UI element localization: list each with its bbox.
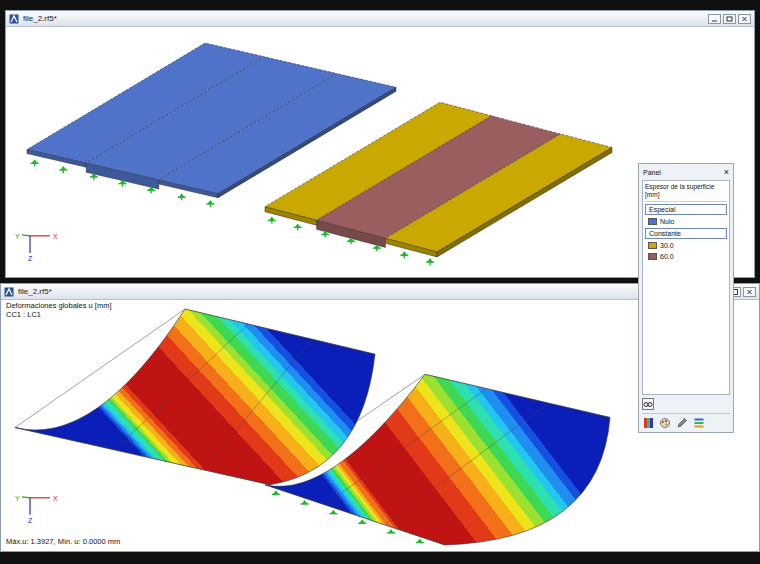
color-swatch [648,218,657,225]
panel-close-button[interactable]: × [724,168,729,177]
right-model[interactable] [265,102,612,265]
support-icon[interactable] [329,510,337,514]
mesh-line [120,324,248,444]
support-icon[interactable] [206,200,214,207]
minimize-icon[interactable] [708,14,721,24]
support-icon[interactable] [272,490,280,494]
panel-toolbar [639,395,733,432]
value-list-icon[interactable] [693,417,705,429]
support-icon[interactable] [119,180,127,187]
support-icon[interactable] [268,217,276,224]
svg-text:X: X [53,233,58,240]
support-icon[interactable] [426,258,434,265]
panel-title: Panel [643,169,661,176]
mesh-line [325,388,487,504]
color-swatch [648,242,657,249]
support-icon[interactable] [301,500,309,504]
desktop: file_2.rf5*XYZfile_2.rf5*XYZDeformacione… [0,0,760,564]
close-icon[interactable] [743,287,756,297]
edit-icon[interactable] [676,417,688,429]
legend-item[interactable]: Nulo [645,217,727,226]
legend-item[interactable]: 60.0 [645,252,727,261]
support-icon[interactable] [400,251,408,258]
svg-text:Z: Z [28,255,33,262]
legend-panel[interactable]: Panel × Espesor de la superficie[mm] Especi… [638,163,734,433]
surface[interactable] [385,134,612,257]
undeformed-outline [15,309,375,485]
rfem-logo-icon [9,14,19,24]
group-label: Constante [645,228,727,239]
window-title: file_2.rf5* [23,14,704,23]
rfem-logo-icon [4,287,14,297]
support-icon[interactable] [321,231,329,238]
svg-text:X: X [53,495,58,502]
axis-icon: X Y Z [15,495,58,524]
support-icon[interactable] [416,539,424,543]
window-controls [708,14,751,24]
axis-icon: X Y Z [15,233,58,262]
color-swatch [648,253,657,260]
support-icon[interactable] [31,159,39,166]
window-title: file_2.rf5* [18,287,709,296]
svg-text:Y: Y [15,495,20,502]
restore-icon[interactable] [723,14,736,24]
panel-options-icon[interactable] [642,398,654,410]
deformed-surface[interactable] [15,309,375,485]
support-icon[interactable] [358,519,366,523]
support-icon[interactable] [59,166,67,173]
group-label: Especial [645,204,727,215]
support-icon[interactable] [90,173,98,180]
color-scale-icon[interactable] [642,417,654,429]
window-titlebar[interactable]: file_2.rf5* [6,11,754,27]
support-icon[interactable] [178,193,186,200]
legend-item[interactable]: 30.0 [645,241,727,250]
result-summary: Máx.u: 1.3927, Mín. u: 0.0000 mm [6,538,754,547]
legend-group: Constante 30.0 60.0 [645,228,727,261]
panel-list: Espesor de la superficie[mm] Especial Nulo… [642,180,730,395]
deformed-surface[interactable] [265,374,610,545]
mesh-line [205,339,312,468]
support-icon[interactable] [387,529,395,533]
close-icon[interactable] [738,14,751,24]
panel-titlebar[interactable]: Panel × [639,164,733,180]
legend-group: Especial Nulo [645,204,727,226]
mesh-line [385,403,548,524]
support-icon[interactable] [347,237,355,244]
support-icon[interactable] [294,223,302,230]
support-icon[interactable] [147,186,155,193]
palette-icon[interactable] [659,417,671,429]
support-icon[interactable] [373,244,381,251]
property-header: Espesor de la superficie[mm] [645,183,727,202]
svg-text:Y: Y [15,233,20,240]
svg-text:Z: Z [28,517,33,524]
